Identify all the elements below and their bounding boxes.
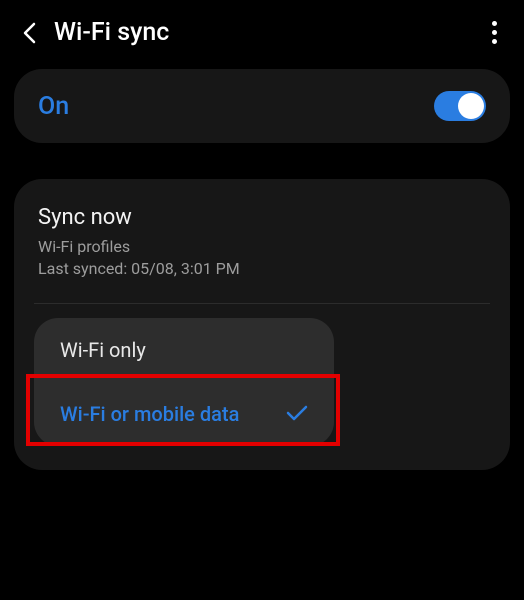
menu-item-label: Wi-Fi or mobile data <box>60 402 239 426</box>
sync-now-row[interactable]: Sync now Wi-Fi profiles Last synced: 05/… <box>38 205 486 281</box>
sync-now-title: Sync now <box>38 205 486 230</box>
page-title: Wi-Fi sync <box>54 18 480 47</box>
sync-last-synced-label: Last synced: 05/08, 3:01 PM <box>38 258 486 280</box>
master-toggle-switch[interactable] <box>434 91 486 121</box>
more-options-button[interactable] <box>480 19 508 47</box>
master-toggle-card[interactable]: On <box>14 69 510 143</box>
header-bar: Wi-Fi sync <box>0 0 524 61</box>
toggle-knob <box>458 93 484 119</box>
divider <box>34 303 490 304</box>
back-icon <box>22 21 38 45</box>
sync-settings-card: Sync now Wi-Fi profiles Last synced: 05/… <box>14 179 510 470</box>
sync-profiles-label: Wi-Fi profiles <box>38 236 486 258</box>
back-button[interactable] <box>16 19 44 47</box>
menu-item-label: Wi-Fi only <box>60 338 146 362</box>
toggle-state-label: On <box>38 92 69 121</box>
more-vertical-icon <box>492 21 497 44</box>
check-icon <box>286 402 308 426</box>
menu-item-wifi-or-mobile[interactable]: Wi-Fi or mobile data <box>34 382 334 446</box>
sync-mode-menu: Wi-Fi only Wi-Fi or mobile data <box>34 318 334 446</box>
menu-item-wifi-only[interactable]: Wi-Fi only <box>34 318 334 382</box>
